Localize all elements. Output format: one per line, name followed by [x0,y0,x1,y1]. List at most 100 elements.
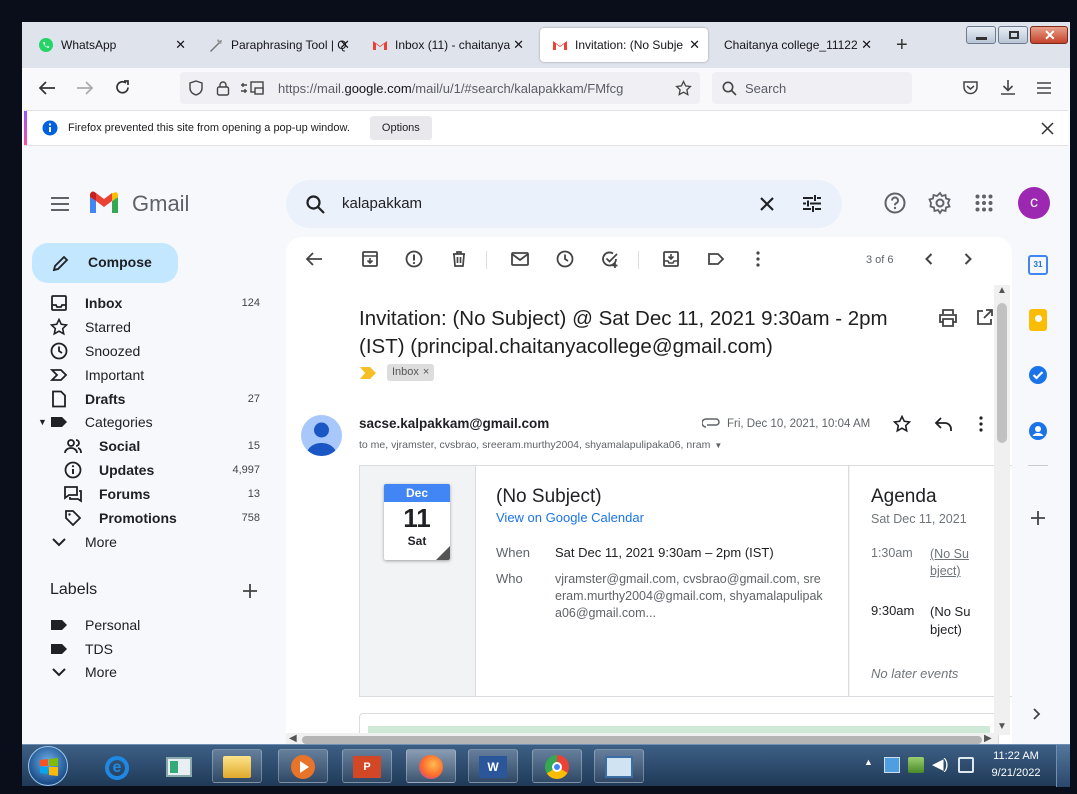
taskbar-media-player[interactable] [278,749,328,783]
back-arrow-icon[interactable] [38,80,56,96]
tray-expand-icon[interactable]: ▲ [864,757,873,767]
taskbar-word[interactable]: W [468,749,518,783]
chevron-right-icon[interactable] [1032,707,1042,721]
chevron-right-icon[interactable] [958,249,978,269]
nav-more[interactable]: More [50,531,270,553]
volume-icon[interactable]: ◀) [932,755,949,773]
scroll-left-icon[interactable]: ◀ [289,733,297,744]
download-icon[interactable] [1000,79,1016,96]
close-tab-icon[interactable]: ✕ [513,37,524,53]
close-tab-icon[interactable]: ✕ [861,37,872,53]
chevron-left-icon[interactable] [919,249,939,269]
agenda-item-title[interactable]: (No Subject) [930,603,974,639]
nav-inbox[interactable]: Inbox 124 [50,292,270,314]
nav-important[interactable]: Important [50,364,270,386]
mail-search-bar[interactable]: kalapakkam [286,180,842,228]
keep-app-icon[interactable] [1029,309,1047,331]
taskbar-screenshot-tool[interactable] [594,749,644,783]
clock-time[interactable]: 11:22 AM [984,750,1048,762]
menu-icon[interactable] [1036,81,1052,95]
settings-gear-icon[interactable] [928,191,952,215]
new-tab-button[interactable]: + [896,34,908,57]
close-tab-icon[interactable]: ✕ [175,37,186,53]
add-task-icon[interactable] [600,249,620,269]
lock-icon[interactable] [216,80,230,96]
shield-icon[interactable] [188,80,204,96]
reply-icon[interactable] [934,416,952,432]
nav-promotions[interactable]: Promotions 758 [64,507,270,529]
taskbar-app-window[interactable] [154,749,204,783]
contacts-app-icon[interactable] [1028,421,1048,441]
tasks-app-icon[interactable] [1028,365,1048,385]
close-window-button[interactable]: ✕ [1030,26,1068,44]
account-avatar[interactable]: c [1018,187,1050,219]
caret-down-icon[interactable]: ▼ [714,441,722,450]
close-tab-icon[interactable]: ✕ [339,37,350,53]
popup-options-button[interactable]: Options [369,116,432,140]
labels-more[interactable]: More [50,661,270,683]
add-label-icon[interactable] [242,583,258,599]
sender-avatar[interactable] [301,415,342,456]
minimize-button[interactable] [966,26,996,44]
restore-button[interactable] [998,26,1028,44]
taskbar-chrome[interactable] [532,749,582,783]
action-center-icon[interactable] [958,757,974,773]
tab-inbox[interactable]: Inbox (11) - chaitanya ✕ [360,28,532,62]
url-bar[interactable]: https://mail.google.com/mail/u/1/#search… [180,72,700,104]
tab-whatsapp[interactable]: WhatsApp ✕ [26,28,194,62]
main-menu-icon[interactable] [50,196,70,212]
clock-date[interactable]: 9/21/2022 [984,767,1048,779]
nav-starred[interactable]: Starred [50,316,270,338]
more-vert-icon[interactable] [976,415,986,433]
label-personal[interactable]: Personal [50,614,270,636]
show-desktop-button[interactable] [1056,745,1070,787]
nav-social[interactable]: Social 15 [64,435,270,457]
forward-arrow-icon[interactable] [76,80,94,96]
pocket-icon[interactable] [962,80,979,96]
scroll-down-icon[interactable]: ▼ [997,721,1007,732]
scroll-right-icon[interactable]: ▶ [984,733,992,744]
open-in-new-window-icon[interactable] [976,309,993,326]
move-to-icon[interactable] [661,249,681,269]
mark-unread-icon[interactable] [510,249,530,269]
taskbar-internet-explorer[interactable]: e [92,749,142,783]
bookmark-star-icon[interactable] [675,80,692,97]
nav-snoozed[interactable]: Snoozed [50,340,270,362]
network-icon[interactable] [908,757,924,773]
tab-chaitanya-college[interactable]: Chaitanya college_11122 ✕ [712,28,880,62]
close-icon[interactable] [1041,122,1054,135]
recipients-line[interactable]: to me, vjramster, cvsbrao, sreeram.murth… [359,439,722,451]
scrollbar-thumb[interactable] [302,736,982,744]
snooze-icon[interactable] [555,249,575,269]
tab-paraphrasing[interactable]: Paraphrasing Tool | Q ✕ [196,28,358,62]
start-button[interactable] [28,746,68,786]
help-icon[interactable] [884,192,906,214]
taskbar-file-explorer[interactable] [212,749,262,783]
delete-icon[interactable] [449,249,469,269]
add-app-icon[interactable] [1030,510,1046,526]
browser-search-box[interactable]: Search [712,72,912,104]
nav-forums[interactable]: Forums 13 [64,483,270,505]
view-calendar-link[interactable]: View on Google Calendar [496,510,644,525]
agenda-item-link[interactable]: (No Subject) [930,546,974,580]
sender-email[interactable]: sacse.kalpakkam@gmail.com [359,416,549,431]
star-icon[interactable] [893,415,911,433]
close-tab-icon[interactable]: ✕ [689,37,700,53]
vertical-scrollbar[interactable]: ▲ ▼ [994,285,1010,735]
archive-icon[interactable] [360,249,380,269]
more-vert-icon[interactable] [748,249,768,269]
gmail-logo-icon[interactable] [88,191,120,215]
back-arrow-icon[interactable] [304,249,324,269]
calendar-app-icon[interactable]: 31 [1028,255,1048,275]
reload-icon[interactable] [114,79,131,96]
label-tds[interactable]: TDS [50,638,270,660]
horizontal-scrollbar[interactable]: ◀ ▶ [286,733,998,744]
scrollbar-thumb[interactable] [997,303,1007,443]
nav-updates[interactable]: Updates 4,997 [64,459,270,481]
tab-invitation[interactable]: Invitation: (No Subje ✕ [540,28,708,62]
inbox-label-chip[interactable]: Inbox × [387,364,435,381]
permissions-icon[interactable] [240,80,266,96]
remove-label-icon[interactable]: × [423,366,429,378]
search-options-icon[interactable] [802,194,822,213]
apps-grid-icon[interactable] [975,194,993,212]
